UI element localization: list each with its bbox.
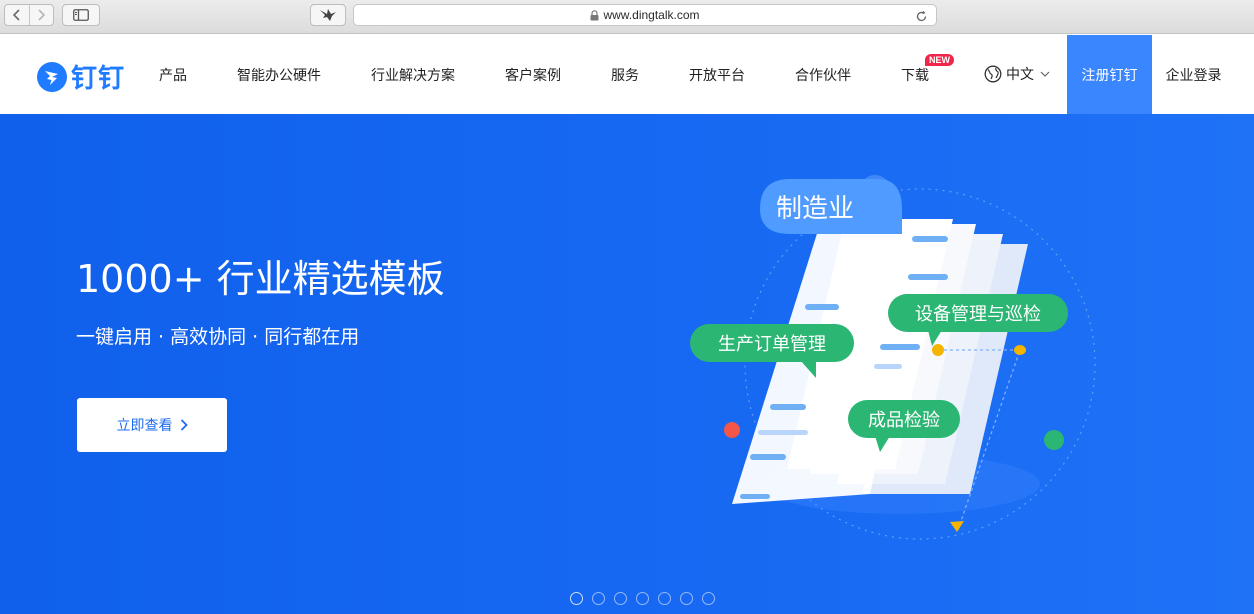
view-now-label: 立即查看 bbox=[116, 418, 173, 434]
sidebar-toggle-button[interactable] bbox=[62, 4, 100, 26]
nav-hardware[interactable]: 智能办公硬件 bbox=[237, 65, 321, 85]
dingtalk-logo[interactable]: 钉钉 bbox=[37, 58, 125, 95]
carousel-indicators bbox=[570, 592, 715, 605]
industry-template-illustration: 制造业 设备管理与巡检 生产订单管理 成品检验 bbox=[690, 175, 1096, 540]
nav-services[interactable]: 服务 bbox=[611, 65, 639, 85]
site-header: 钉钉 产品 智能办公硬件 行业解决方案 客户案例 服务 开放平台 合作伙伴 下载… bbox=[0, 35, 1254, 114]
chevron-down-icon bbox=[1040, 71, 1050, 77]
chevron-left-icon bbox=[12, 9, 20, 21]
enterprise-login-button[interactable]: 企业登录 bbox=[1152, 35, 1235, 114]
history-buttons bbox=[4, 4, 54, 26]
url-text: www.dingtalk.com bbox=[603, 8, 700, 22]
language-label: 中文 bbox=[1006, 67, 1034, 83]
lock-icon bbox=[590, 9, 599, 20]
register-button[interactable]: 注册钉钉 bbox=[1067, 35, 1152, 114]
carousel-dot[interactable] bbox=[614, 592, 627, 605]
nav-products[interactable]: 产品 bbox=[159, 65, 187, 85]
nav-solutions[interactable]: 行业解决方案 bbox=[371, 65, 455, 85]
hero-banner: 1000+ 行业精选模板 一键启用 · 高效协同 · 同行都在用 立即查看 制造… bbox=[0, 114, 1254, 614]
reload-button[interactable] bbox=[915, 8, 928, 27]
browser-toolbar: www.dingtalk.com bbox=[0, 0, 1254, 34]
language-selector[interactable]: 中文 bbox=[984, 64, 1050, 84]
nav-open-platform[interactable]: 开放平台 bbox=[689, 65, 745, 85]
dingtalk-logo-icon bbox=[37, 61, 67, 92]
forward-button[interactable] bbox=[28, 5, 54, 25]
address-bar[interactable]: www.dingtalk.com bbox=[353, 4, 937, 26]
sidebar-icon bbox=[73, 9, 89, 21]
chevron-right-icon bbox=[38, 9, 46, 21]
nav-partners[interactable]: 合作伙伴 bbox=[795, 65, 851, 85]
carousel-dot[interactable] bbox=[680, 592, 693, 605]
globe-icon bbox=[984, 65, 1002, 83]
bubble-manufacturing: 制造业 bbox=[760, 179, 902, 234]
logo-text: 钉钉 bbox=[71, 64, 126, 94]
carousel-dot[interactable] bbox=[702, 592, 715, 605]
view-now-button[interactable]: 立即查看 bbox=[77, 398, 227, 452]
carousel-dot[interactable] bbox=[570, 592, 583, 605]
bubble-equipment-inspection-label: 设备管理与巡检 bbox=[915, 304, 1041, 325]
bird-icon bbox=[320, 9, 336, 21]
bubble-quality-check-label: 成品检验 bbox=[868, 410, 940, 431]
new-badge: NEW bbox=[925, 54, 954, 66]
nav-cases[interactable]: 客户案例 bbox=[505, 65, 561, 85]
chevron-right-icon bbox=[180, 419, 188, 431]
hero-title: 1000+ 行业精选模板 bbox=[76, 257, 445, 301]
back-button[interactable] bbox=[5, 5, 29, 25]
hero-subtitle: 一键启用 · 高效协同 · 同行都在用 bbox=[76, 326, 360, 348]
extension-button[interactable] bbox=[310, 4, 346, 26]
carousel-dot[interactable] bbox=[636, 592, 649, 605]
carousel-dot[interactable] bbox=[658, 592, 671, 605]
nav-download[interactable]: 下载 bbox=[901, 65, 929, 85]
reload-icon bbox=[916, 10, 927, 22]
carousel-dot[interactable] bbox=[592, 592, 605, 605]
bubble-manufacturing-label: 制造业 bbox=[776, 194, 854, 224]
bubble-production-orders-label: 生产订单管理 bbox=[718, 334, 826, 355]
